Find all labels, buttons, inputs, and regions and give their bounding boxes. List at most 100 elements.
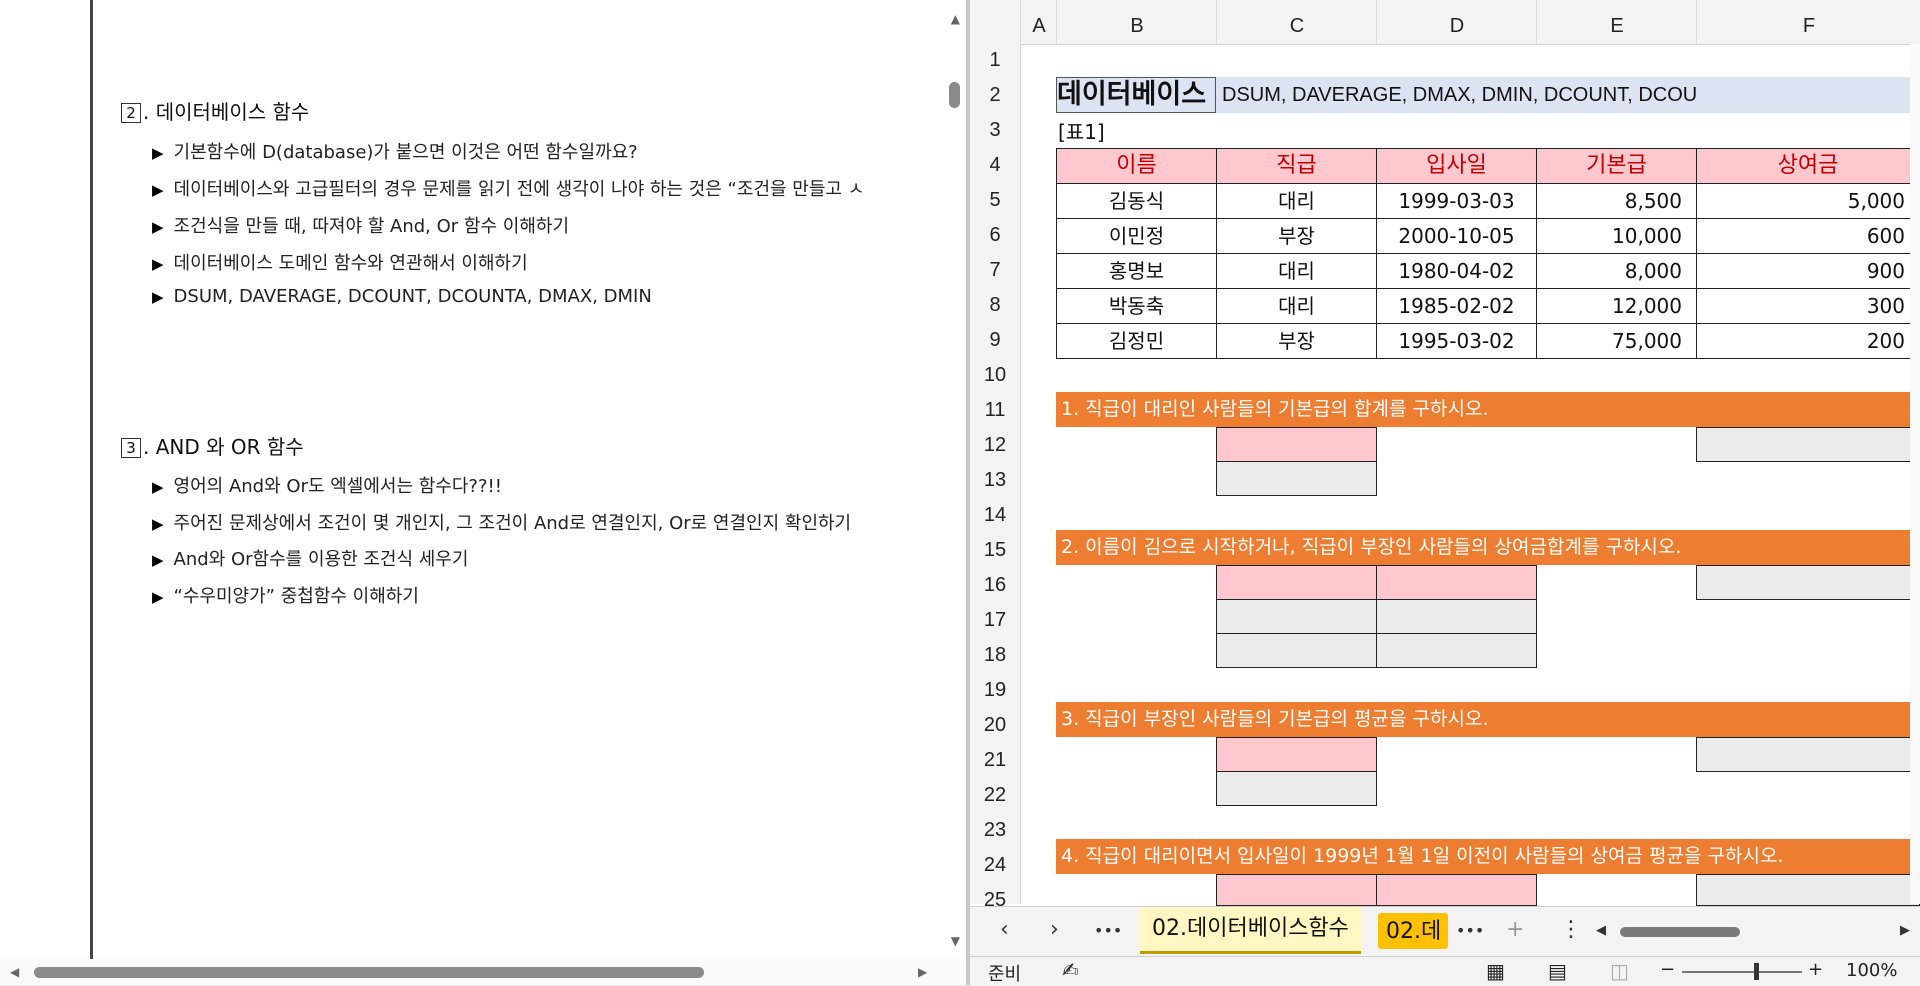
table-cell[interactable]: 부장: [1216, 218, 1377, 254]
vertical-scroll-thumb[interactable]: [949, 82, 960, 108]
table-cell[interactable]: 900: [1696, 253, 1920, 289]
row-header[interactable]: 23: [970, 819, 1020, 842]
question-banner-4[interactable]: 4. 직급이 대리이면서 입사일이 1999년 1월 1일 이전이 사람들의 상…: [1056, 839, 1920, 874]
options-icon[interactable]: ⋮: [1560, 917, 1582, 942]
next-sheet-icon[interactable]: ›: [1050, 917, 1059, 942]
table-cell[interactable]: 1999-03-03: [1376, 183, 1537, 219]
row-header[interactable]: 4: [970, 154, 1020, 177]
row-header[interactable]: 16: [970, 574, 1020, 597]
more-sheets-icon[interactable]: •••: [1094, 921, 1122, 940]
scroll-left-arrow-icon[interactable]: ◀: [10, 965, 19, 979]
criteria-value-cell[interactable]: [1216, 461, 1377, 496]
criteria-value-cell[interactable]: [1216, 633, 1377, 668]
table-cell[interactable]: 5,000: [1696, 183, 1920, 219]
scroll-up-arrow-icon[interactable]: ▲: [951, 12, 960, 26]
zoom-level[interactable]: 100%: [1846, 960, 1897, 981]
table-cell[interactable]: 12,000: [1536, 288, 1697, 324]
criteria-value-cell[interactable]: [1216, 599, 1377, 634]
criteria-value-cell[interactable]: [1216, 771, 1377, 806]
row-header[interactable]: 22: [970, 784, 1020, 807]
table-cell[interactable]: 홍명보: [1056, 253, 1217, 289]
sheet-tab-active[interactable]: 02.데이터베이스함수: [1140, 907, 1361, 954]
zoom-slider-thumb[interactable]: [1754, 963, 1759, 980]
table-cell[interactable]: 대리: [1216, 288, 1377, 324]
table-cell[interactable]: 1995-03-02: [1376, 323, 1537, 359]
table-cell[interactable]: 200: [1696, 323, 1920, 359]
row-header[interactable]: 19: [970, 679, 1020, 702]
table-cell[interactable]: 8,000: [1536, 253, 1697, 289]
table-cell[interactable]: 75,000: [1536, 323, 1697, 359]
table-cell[interactable]: 600: [1696, 218, 1920, 254]
document-horizontal-scrollbar[interactable]: ◀ ▶: [0, 959, 966, 985]
row-header[interactable]: 8: [970, 294, 1020, 317]
scroll-right-icon[interactable]: ▶: [1900, 923, 1910, 938]
row-header[interactable]: 7: [970, 259, 1020, 282]
normal-view-icon[interactable]: ▦: [1486, 959, 1505, 983]
answer-cell[interactable]: [1696, 427, 1920, 462]
criteria-header-cell[interactable]: [1376, 565, 1537, 600]
table-cell[interactable]: 8,500: [1536, 183, 1697, 219]
row-header[interactable]: 13: [970, 469, 1020, 492]
row-header[interactable]: 14: [970, 504, 1020, 527]
header-name[interactable]: 이름: [1056, 148, 1217, 184]
criteria-header-cell[interactable]: [1216, 874, 1377, 906]
horizontal-scroll-thumb[interactable]: [34, 967, 704, 978]
table-cell[interactable]: 2000-10-05: [1376, 218, 1537, 254]
column-header-f[interactable]: F: [1696, 0, 1920, 44]
prev-sheet-icon[interactable]: ‹: [1000, 917, 1009, 942]
row-header[interactable]: 18: [970, 644, 1020, 667]
zoom-slider-track[interactable]: [1682, 971, 1802, 973]
criteria-header-cell[interactable]: [1376, 874, 1537, 906]
sheet-title-cell[interactable]: 데이터베이스 함수: [1056, 77, 1216, 113]
column-header-d[interactable]: D: [1376, 0, 1537, 44]
answer-cell[interactable]: [1696, 737, 1920, 772]
header-hire-date[interactable]: 입사일: [1376, 148, 1537, 184]
row-header[interactable]: 17: [970, 609, 1020, 632]
page-break-view-icon[interactable]: ◫: [1610, 959, 1629, 983]
function-list-cell[interactable]: DSUM, DAVERAGE, DMAX, DMIN, DCOUNT, DCOU: [1216, 77, 1920, 113]
add-sheet-icon[interactable]: +: [1506, 917, 1524, 942]
question-banner-1[interactable]: 1. 직급이 대리인 사람들의 기본급의 합계를 구하시오.: [1056, 392, 1920, 427]
column-header-b[interactable]: B: [1056, 0, 1217, 44]
answer-cell[interactable]: [1696, 874, 1920, 906]
header-base-pay[interactable]: 기본급: [1536, 148, 1697, 184]
sheet-vertical-scrollbar[interactable]: [1910, 44, 1920, 904]
row-header[interactable]: 12: [970, 434, 1020, 457]
criteria-header-cell[interactable]: [1216, 737, 1377, 772]
table-cell[interactable]: 부장: [1216, 323, 1377, 359]
more-sheets-icon[interactable]: •••: [1456, 921, 1484, 940]
table-cell[interactable]: 김정민: [1056, 323, 1217, 359]
question-banner-3[interactable]: 3. 직급이 부장인 사람들의 기본급의 평균을 구하시오.: [1056, 702, 1920, 737]
zoom-in-icon[interactable]: +: [1808, 959, 1823, 980]
table-cell[interactable]: 1985-02-02: [1376, 288, 1537, 324]
row-header[interactable]: 15: [970, 539, 1020, 562]
row-header[interactable]: 24: [970, 854, 1020, 877]
criteria-header-cell[interactable]: [1216, 565, 1377, 600]
sheet-tab[interactable]: 02.데: [1378, 913, 1448, 949]
row-header[interactable]: 5: [970, 189, 1020, 212]
header-rank[interactable]: 직급: [1216, 148, 1377, 184]
accessibility-icon[interactable]: ✍: [1062, 958, 1079, 982]
row-header[interactable]: 2: [970, 84, 1020, 107]
column-header-e[interactable]: E: [1536, 0, 1697, 44]
scroll-left-icon[interactable]: ◀: [1596, 923, 1606, 938]
horizontal-scroll-thumb[interactable]: [1620, 927, 1740, 937]
column-header-a[interactable]: A: [1020, 0, 1057, 44]
row-header[interactable]: 11: [970, 399, 1020, 422]
row-header[interactable]: 1: [970, 49, 1020, 72]
page-layout-view-icon[interactable]: ▤: [1548, 959, 1567, 983]
table-label[interactable]: [표1]: [1058, 116, 1158, 146]
table-cell[interactable]: 이민정: [1056, 218, 1217, 254]
header-bonus[interactable]: 상여금: [1696, 148, 1920, 184]
scroll-down-arrow-icon[interactable]: ▼: [951, 934, 960, 948]
document-vertical-scrollbar[interactable]: ▲ ▼: [942, 0, 966, 960]
criteria-value-cell[interactable]: [1376, 633, 1537, 668]
criteria-header-cell[interactable]: [1216, 427, 1377, 462]
table-cell[interactable]: 1980-04-02: [1376, 253, 1537, 289]
row-header[interactable]: 20: [970, 714, 1020, 737]
criteria-value-cell[interactable]: [1376, 599, 1537, 634]
row-header[interactable]: 21: [970, 749, 1020, 772]
table-cell[interactable]: 대리: [1216, 183, 1377, 219]
column-header-c[interactable]: C: [1216, 0, 1377, 44]
table-cell[interactable]: 김동식: [1056, 183, 1217, 219]
